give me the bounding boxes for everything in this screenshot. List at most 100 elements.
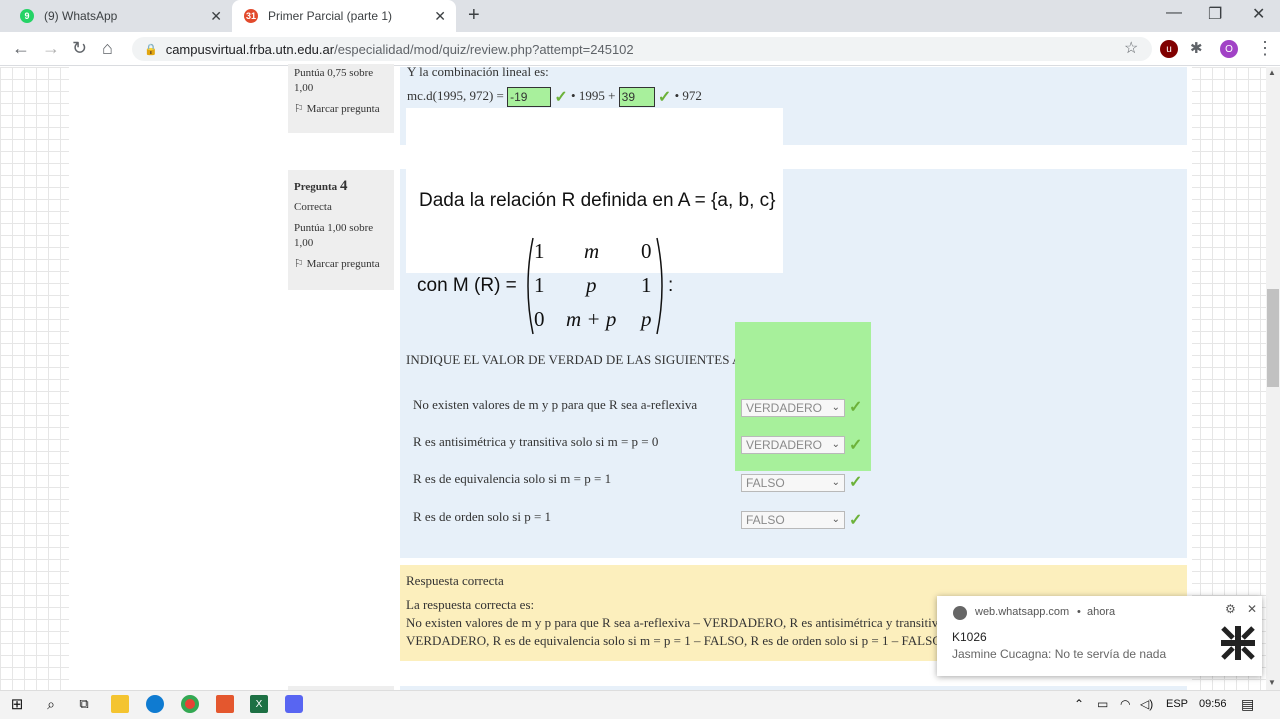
matrix-suffix: :	[668, 275, 674, 296]
flag-icon: ⚐	[294, 257, 304, 270]
edge-icon[interactable]	[146, 695, 164, 713]
menu-kebab-icon[interactable]: ⋮	[1256, 38, 1274, 59]
feedback-title: Respuesta correcta	[406, 573, 504, 588]
chevron-down-icon: ⌄	[831, 439, 840, 450]
tab-strip: 9 (9) WhatsApp ✕ 31 Primer Parcial (part…	[0, 0, 1280, 32]
language-indicator[interactable]: ESP	[1166, 698, 1188, 710]
statement-2: R es antisimétrica y transitiva solo si …	[413, 434, 659, 449]
statement-3: R es de equivalencia solo si m = p = 1	[413, 471, 612, 486]
windows-start-icon[interactable]: ⊞	[8, 695, 26, 713]
combination-intro: Y la combinación lineal es:	[407, 64, 549, 79]
scroll-down-icon[interactable]: ▼	[1268, 678, 1276, 687]
action-center-icon[interactable]: ▤	[1241, 696, 1254, 713]
bookmark-star-icon[interactable]: ☆	[1124, 38, 1138, 58]
matrix-prefix: con M (R) =	[417, 275, 517, 296]
matrix-cell: p	[641, 307, 652, 331]
correct-check-icon: ✓	[849, 399, 863, 416]
matrix-cell: 0	[641, 239, 652, 263]
feedback-intro: La respuesta correcta es:	[406, 597, 535, 612]
notification-source: web.whatsapp.com	[975, 606, 1070, 618]
chevron-down-icon: ⌄	[831, 514, 840, 525]
new-tab-icon[interactable]: +	[468, 4, 480, 27]
discord-icon[interactable]	[285, 695, 303, 713]
ublock-icon[interactable]: u	[1160, 40, 1178, 58]
close-window-icon[interactable]: ✕	[1252, 4, 1265, 24]
tab-label: (9) WhatsApp	[44, 9, 118, 23]
correct-check-icon: ✓	[849, 474, 863, 491]
extensions-puzzle-icon[interactable]: ✱	[1190, 39, 1203, 57]
chevron-up-icon[interactable]: ⌃	[1074, 697, 1084, 711]
flag-question-link[interactable]: ⚐ Marcar pregunta	[294, 102, 388, 117]
answer-select-4[interactable]: FALSO ⌄	[741, 511, 845, 529]
moodle-icon: 31	[244, 9, 258, 23]
combination-line: mc.d(1995, 972) = -19 ✓ • 1995 + 39 ✓ • …	[407, 87, 702, 107]
chrome-taskbar-icon[interactable]	[181, 695, 199, 713]
correct-check-icon: ✓	[657, 89, 672, 106]
home-icon[interactable]: ⌂	[102, 38, 113, 59]
url-host: campusvirtual.frba.utn.edu.ar	[165, 41, 335, 57]
battery-icon[interactable]: ▭	[1097, 697, 1108, 711]
answer-field-1[interactable]: -19	[507, 87, 552, 107]
notification-time: ahora	[1087, 606, 1116, 618]
excel-icon[interactable]: X	[250, 695, 268, 713]
wifi-icon[interactable]: ◠	[1120, 697, 1130, 711]
correct-check-icon: ✓	[849, 437, 863, 454]
matrix-cell: 1	[534, 273, 545, 297]
question-4-info: Pregunta 4 Correcta Puntúa 1,00 sobre 1,…	[288, 170, 394, 290]
answer-select-2[interactable]: VERDADERO ⌄	[741, 436, 845, 454]
flag-question-link[interactable]: ⚐ Marcar pregunta	[294, 257, 388, 272]
scroll-up-icon[interactable]: ▲	[1268, 68, 1276, 77]
answer-select-3[interactable]: FALSO ⌄	[741, 474, 845, 492]
chevron-down-icon: ⌄	[831, 402, 840, 413]
minimize-icon[interactable]: —	[1166, 4, 1182, 22]
tab-label: Primer Parcial (parte 1)	[268, 9, 393, 23]
back-icon[interactable]: ←	[12, 38, 30, 59]
answer-field-2[interactable]: 39	[618, 87, 655, 107]
clock[interactable]: 09:56	[1199, 698, 1227, 710]
reload-icon[interactable]: ↻	[72, 38, 87, 59]
close-notification-icon[interactable]: ✕	[1247, 602, 1257, 616]
profile-avatar[interactable]: O	[1220, 40, 1238, 58]
whatsapp-icon: 9	[20, 9, 34, 23]
matrix-cell: p	[586, 273, 597, 297]
correct-check-icon: ✓	[849, 512, 863, 529]
search-icon[interactable]: ⌕	[42, 695, 60, 713]
statement-4: R es de orden solo si p = 1	[413, 509, 552, 524]
matrix-cell: 1	[641, 273, 652, 297]
chrome-icon	[953, 606, 967, 620]
answer-select-1[interactable]: VERDADERO ⌄	[741, 399, 845, 417]
notification-message: Jasmine Cucagna: No te servía de nada	[952, 647, 1167, 661]
question-number: Pregunta 4	[294, 178, 348, 194]
feedback-line-2: VERDADERO, R es de equivalencia solo si …	[406, 633, 942, 648]
settings-gear-icon[interactable]: ⚙	[1225, 602, 1236, 616]
close-tab-icon[interactable]: ✕	[210, 8, 222, 25]
statement-1: No existen valores de m y p para que R s…	[413, 397, 698, 412]
notification-dot: •	[1077, 606, 1081, 618]
tab-primer-parcial[interactable]: 31 Primer Parcial (parte 1) ✕	[232, 0, 456, 32]
task-view-icon[interactable]: ⧉	[75, 695, 93, 713]
scrollbar-thumb[interactable]	[1267, 289, 1279, 387]
matrix-cell: 1	[534, 239, 545, 263]
forward-icon[interactable]: →	[42, 38, 60, 59]
question-3-info: Puntúa 0,75 sobre 1,00 ⚐ Marcar pregunta	[288, 64, 394, 133]
restore-icon[interactable]: ❐	[1208, 4, 1222, 24]
matrix-cell: m + p	[566, 307, 617, 331]
matrix-cell: m	[584, 239, 600, 263]
tab-whatsapp[interactable]: 9 (9) WhatsApp ✕	[8, 0, 232, 32]
office-icon[interactable]	[216, 695, 234, 713]
chevron-down-icon: ⌄	[831, 477, 840, 488]
question-state: Correcta	[294, 201, 332, 214]
flag-icon: ⚐	[294, 102, 304, 115]
address-bar[interactable]: 🔒 campusvirtual.frba.utn.edu.ar/especial…	[132, 37, 1152, 61]
question-heading: Dada la relación R definida en A = {a, b…	[419, 190, 776, 211]
correct-check-icon: ✓	[554, 89, 568, 106]
matrix-cell: 0	[534, 307, 545, 331]
whatsapp-notification[interactable]: web.whatsapp.com • ahora ⚙ ✕ K1026 Jasmi…	[937, 596, 1262, 676]
file-explorer-icon[interactable]	[111, 695, 129, 713]
volume-icon[interactable]: ◁)	[1140, 697, 1153, 711]
utn-logo	[1221, 626, 1255, 660]
url-path: /especialidad/mod/quiz/review.php?attemp…	[334, 41, 634, 57]
question-score: Puntúa 1,00 sobre 1,00	[294, 222, 374, 249]
lock-icon: 🔒	[144, 43, 158, 56]
close-tab-icon[interactable]: ✕	[434, 8, 446, 25]
